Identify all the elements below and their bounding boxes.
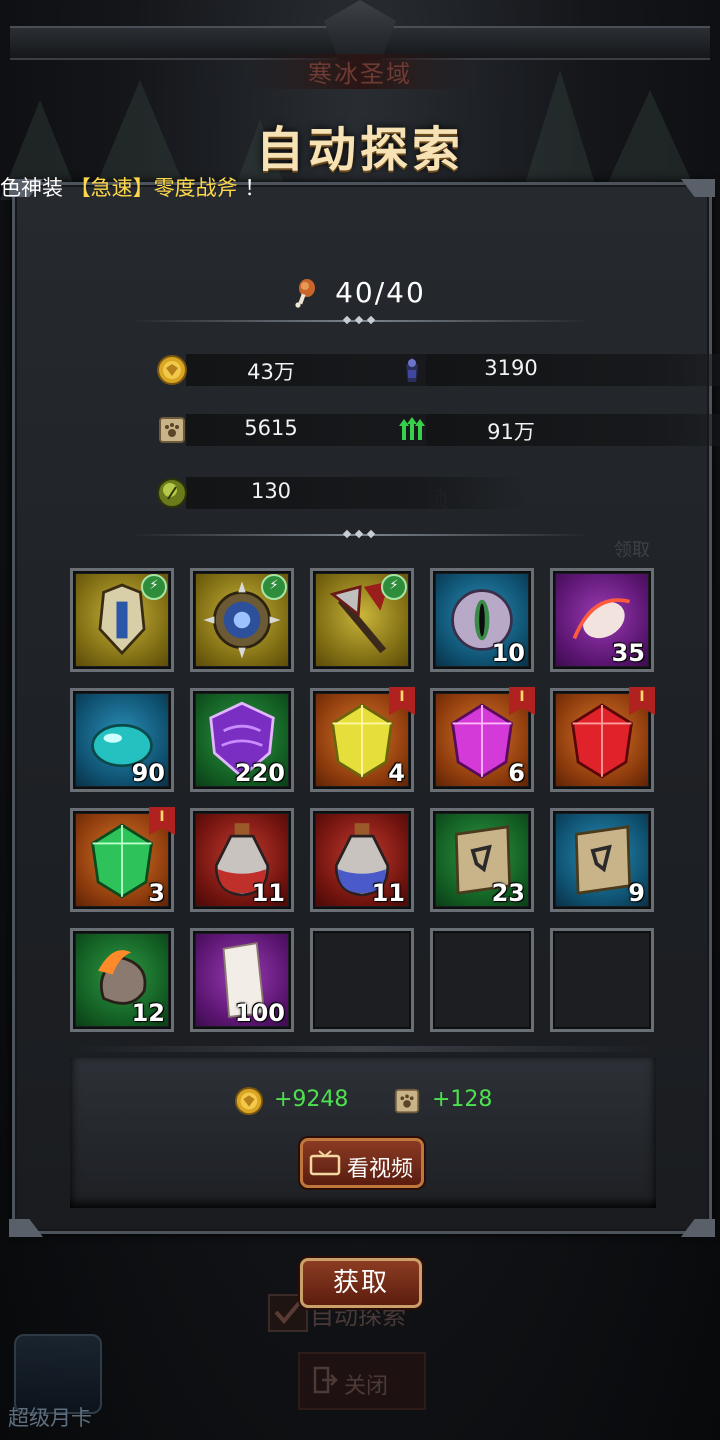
item-slot[interactable]: I4: [310, 687, 415, 792]
page-title: 自动探索: [255, 122, 464, 178]
item-count: 4: [388, 759, 405, 787]
item-count: 6: [508, 759, 525, 787]
obtain-button[interactable]: 获取: [300, 1258, 422, 1308]
item-count: 100: [234, 999, 285, 1027]
item-slot[interactable]: I6: [430, 687, 535, 792]
item-slot[interactable]: ⚡: [310, 568, 414, 672]
item-slot[interactable]: 100: [190, 928, 294, 1032]
watch-video-button[interactable]: 看视频: [300, 1138, 424, 1188]
item-slot[interactable]: 35: [550, 568, 654, 672]
tv-icon: [309, 1150, 341, 1176]
stat-orb: 130: [156, 475, 536, 511]
gold-coin-icon: [157, 355, 187, 385]
empty-item-slot[interactable]: [550, 928, 654, 1032]
divider-top: [130, 315, 590, 326]
item-slot[interactable]: 11: [190, 808, 294, 912]
item-slot[interactable]: ⚡: [70, 568, 174, 672]
stat-value: 91万: [487, 420, 535, 444]
paw-scroll-icon: [394, 1088, 420, 1114]
item-count: 23: [491, 879, 525, 907]
stat-value: 43万: [247, 360, 295, 384]
item-slot[interactable]: 220: [190, 688, 294, 792]
green-orb-icon: [157, 478, 187, 508]
empty-item-slot[interactable]: [310, 928, 414, 1032]
super-month-card[interactable]: 超级月卡: [0, 1330, 110, 1440]
reward-paw: +128: [392, 1086, 502, 1118]
month-card-label: 超级月卡: [8, 1406, 92, 1430]
stamina-value: 40/40: [335, 276, 426, 309]
item-slot[interactable]: 11: [310, 808, 414, 912]
stat-value: 5615: [244, 416, 298, 440]
item-slot[interactable]: ⚡: [190, 568, 294, 672]
bolt-badge-icon: ⚡: [381, 574, 407, 600]
item-count: 10: [491, 639, 525, 667]
item-slot[interactable]: 12: [70, 928, 174, 1032]
reward-gold: +9248: [234, 1086, 364, 1118]
stat-upgrade: 91万: [396, 412, 720, 448]
stat-value: 130: [250, 479, 292, 503]
bolt-badge-icon: ⚡: [261, 574, 287, 600]
item-slot[interactable]: 9: [550, 808, 654, 912]
item-slot[interactable]: 90: [70, 688, 174, 792]
item-count: 90: [131, 759, 165, 787]
item-count: 9: [628, 879, 645, 907]
exit-door-icon: [313, 1366, 338, 1394]
close-button[interactable]: 关闭: [298, 1352, 426, 1410]
grid-bottom-edge: [70, 1046, 656, 1052]
stat-soldier: 3190: [396, 352, 720, 388]
stat-value: 3190: [484, 356, 538, 380]
bolt-badge-icon: ⚡: [141, 574, 167, 600]
gold-coin-icon: [234, 1086, 264, 1116]
ticker-suffix: ！: [244, 176, 266, 200]
watch-video-label: 看视频: [347, 1157, 414, 1182]
empty-item-slot[interactable]: [430, 928, 534, 1032]
ticker-item-name: 【急速】零度战斧: [69, 176, 238, 200]
item-count: 11: [371, 879, 405, 907]
drumstick-icon: [295, 279, 316, 308]
item-count: 11: [251, 879, 285, 907]
paw-scroll-icon: [159, 417, 185, 443]
divider-middle: [130, 529, 590, 540]
stamina-display: 40/40: [0, 276, 720, 309]
close-label: 关闭: [344, 1374, 389, 1399]
item-count: 220: [234, 759, 285, 787]
ticker-prefix: 色神装: [0, 176, 63, 200]
item-slot[interactable]: I3: [70, 807, 175, 912]
item-slot[interactable]: 10: [430, 568, 534, 672]
item-slot[interactable]: I: [550, 687, 655, 792]
item-count: 12: [131, 999, 165, 1027]
region-name: 寒冰圣域: [250, 54, 470, 89]
dark-soldier-icon: [406, 357, 418, 382]
announcement-ticker: 色神装 【急速】零度战斧 ！: [0, 172, 720, 204]
claim-label: 领取: [614, 540, 650, 561]
item-count: 35: [611, 639, 645, 667]
reward-value: +9248: [274, 1087, 349, 1112]
reward-value: +128: [432, 1087, 493, 1112]
item-slot[interactable]: 23: [430, 808, 534, 912]
item-count: 3: [148, 879, 165, 907]
green-arrows-icon: [399, 417, 425, 440]
